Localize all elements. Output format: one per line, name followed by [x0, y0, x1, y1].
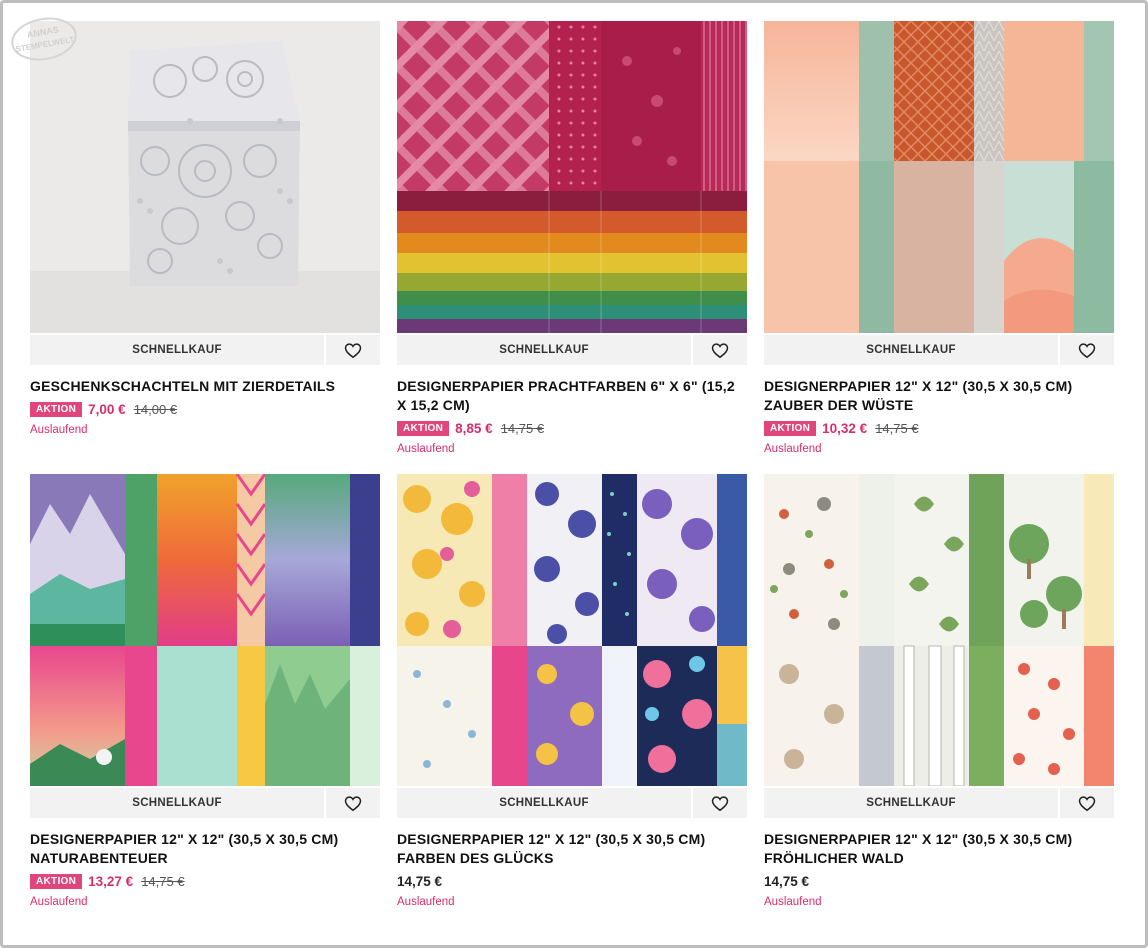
heart-icon[interactable]: [326, 335, 380, 365]
availability-status: Auslaufend: [764, 443, 822, 455]
price-row: AKTION 8,85 € 14,75 €: [397, 419, 747, 437]
product-image[interactable]: [397, 474, 747, 786]
sale-price: 7,00 €: [88, 401, 126, 417]
price-row: 14,75 €: [764, 872, 1114, 890]
quick-buy-button[interactable]: SCHNELLKAUF: [397, 335, 691, 365]
price: 14,75 €: [397, 873, 443, 889]
price-row: AKTION 7,00 € 14,00 €: [30, 400, 380, 418]
quick-buy-button[interactable]: SCHNELLKAUF: [764, 335, 1058, 365]
price-row: AKTION 10,32 € 14,75 €: [764, 419, 1114, 437]
product-title[interactable]: GESCHENKSCHACHTELN MIT ZIERDETAILS: [30, 377, 380, 396]
availability-status: Auslaufend: [30, 896, 88, 908]
price-row: 14,75 €: [397, 872, 747, 890]
heart-icon[interactable]: [326, 788, 380, 818]
quick-buy-button[interactable]: SCHNELLKAUF: [764, 788, 1058, 818]
quick-buy-button[interactable]: SCHNELLKAUF: [30, 788, 324, 818]
product-image[interactable]: [30, 21, 380, 333]
heart-icon[interactable]: [693, 788, 747, 818]
product-card-prachtfarben[interactable]: SCHNELLKAUF DESIGNERPAPIER PRACHTFARBEN …: [397, 21, 747, 455]
product-title[interactable]: DESIGNERPAPIER 12" X 12" (30,5 X 30,5 CM…: [764, 377, 1114, 415]
product-grid-page: ANNAS STEMPELWELT SCHNELLKAUF GESCHENKSC…: [0, 0, 1148, 948]
product-card-gift-boxes[interactable]: SCHNELLKAUF GESCHENKSCHACHTELN MIT ZIERD…: [30, 21, 380, 436]
sale-price: 8,85 €: [455, 420, 493, 436]
quick-buy-button[interactable]: SCHNELLKAUF: [30, 335, 324, 365]
product-image[interactable]: [764, 474, 1114, 786]
product-image[interactable]: [397, 21, 747, 333]
product-card-froehlicher-wald[interactable]: SCHNELLKAUF DESIGNERPAPIER 12" X 12" (30…: [764, 474, 1114, 908]
product-card-farben-des-gluecks[interactable]: SCHNELLKAUF DESIGNERPAPIER 12" X 12" (30…: [397, 474, 747, 908]
product-card-zauber-der-wueste[interactable]: SCHNELLKAUF DESIGNERPAPIER 12" X 12" (30…: [764, 21, 1114, 455]
sale-badge: AKTION: [397, 420, 450, 436]
old-price: 14,75 €: [875, 420, 919, 436]
sale-badge: AKTION: [764, 420, 817, 436]
product-image[interactable]: [764, 21, 1114, 333]
availability-status: Auslaufend: [764, 896, 822, 908]
product-title[interactable]: DESIGNERPAPIER PRACHTFARBEN 6" X 6" (15,…: [397, 377, 747, 415]
product-title[interactable]: DESIGNERPAPIER 12" X 12" (30,5 X 30,5 CM…: [764, 830, 1114, 868]
heart-icon[interactable]: [1060, 335, 1114, 365]
availability-status: Auslaufend: [30, 424, 88, 436]
sale-price: 10,32 €: [822, 420, 868, 436]
heart-icon[interactable]: [693, 335, 747, 365]
old-price: 14,75 €: [500, 420, 545, 436]
availability-status: Auslaufend: [397, 443, 455, 455]
heart-icon[interactable]: [1060, 788, 1114, 818]
product-card-naturabenteuer[interactable]: SCHNELLKAUF DESIGNERPAPIER 12" X 12" (30…: [30, 474, 380, 908]
old-price: 14,00 €: [133, 401, 178, 417]
availability-status: Auslaufend: [397, 896, 455, 908]
product-title[interactable]: DESIGNERPAPIER 12" X 12" (30,5 X 30,5 CM…: [30, 830, 380, 868]
product-image[interactable]: [30, 474, 380, 786]
old-price: 14,75 €: [141, 873, 185, 889]
sale-badge: AKTION: [30, 401, 83, 417]
sale-price: 13,27 €: [88, 873, 134, 889]
sale-badge: AKTION: [30, 873, 83, 889]
price-row: AKTION 13,27 € 14,75 €: [30, 872, 380, 890]
product-title[interactable]: DESIGNERPAPIER 12" X 12" (30,5 X 30,5 CM…: [397, 830, 747, 868]
price: 14,75 €: [764, 873, 810, 889]
quick-buy-button[interactable]: SCHNELLKAUF: [397, 788, 691, 818]
